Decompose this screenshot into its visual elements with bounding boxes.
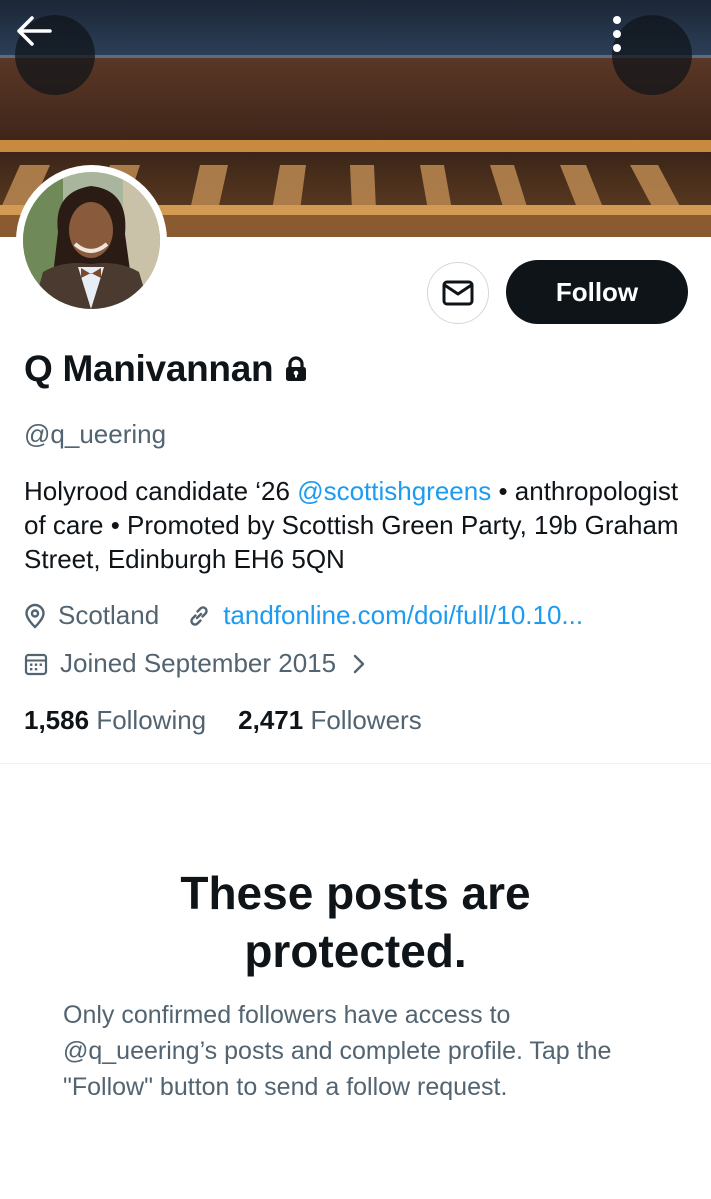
followers-count-link[interactable]: 2,471 Followers xyxy=(238,705,422,736)
follow-button[interactable]: Follow xyxy=(506,260,688,324)
lock-icon xyxy=(285,356,307,382)
profile-handle: @q_ueering xyxy=(24,419,167,449)
protected-body: Only confirmed followers have access to … xyxy=(63,1001,612,1101)
bio-mention-link[interactable]: @scottishgreens xyxy=(297,476,491,506)
section-divider xyxy=(0,763,711,764)
profile-website-link[interactable]: tandfonline.com/doi/full/10.10... xyxy=(223,600,583,631)
back-button[interactable] xyxy=(15,15,95,95)
more-options-button[interactable] xyxy=(612,15,692,95)
following-count: 1,586 xyxy=(24,705,90,735)
message-button[interactable] xyxy=(427,262,489,324)
calendar-icon xyxy=(24,652,48,676)
profile-meta-row: Scotland tandfonline.com/doi/full/10.10.… xyxy=(24,600,583,631)
profile-avatar[interactable] xyxy=(16,165,167,316)
followers-count: 2,471 xyxy=(238,705,304,735)
followers-label: Followers xyxy=(310,705,422,735)
display-name: Q Manivannan xyxy=(24,348,274,389)
profile-location: Scotland xyxy=(58,600,160,630)
more-vertical-icon xyxy=(613,16,621,52)
envelope-icon xyxy=(442,280,474,306)
bio-text: Holyrood candidate ‘26 xyxy=(24,476,298,506)
following-count-link[interactable]: 1,586 Following xyxy=(24,705,206,736)
profile-bio: Holyrood candidate ‘26 @scottishgreens •… xyxy=(24,474,694,576)
link-icon xyxy=(187,604,211,628)
profile-joined-row[interactable]: Joined September 2015 xyxy=(24,648,366,679)
following-label: Following xyxy=(96,705,207,735)
arrow-left-icon xyxy=(17,16,52,46)
follow-counts: 1,586 Following 2,471 Followers xyxy=(24,705,422,736)
profile-joined-date: Joined September 2015 xyxy=(60,648,337,678)
chevron-right-icon xyxy=(352,653,366,675)
location-pin-icon xyxy=(24,603,46,629)
profile-name-row: Q Manivannan xyxy=(24,348,307,390)
protected-title: These posts are protected. xyxy=(180,867,531,977)
avatar-image xyxy=(23,172,160,309)
